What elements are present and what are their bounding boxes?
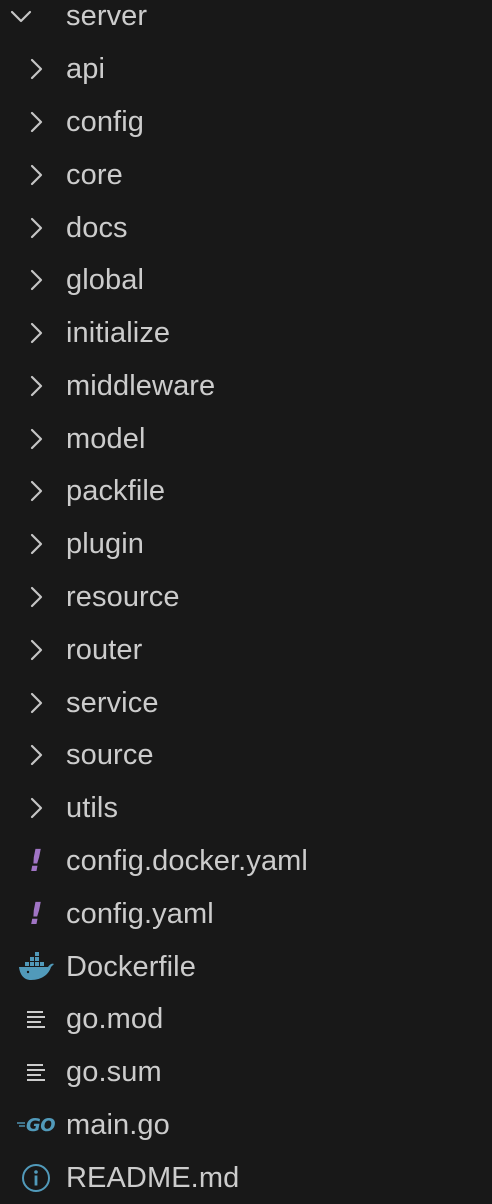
folder-label: service	[66, 686, 159, 719]
chevron-right-icon	[14, 571, 58, 623]
chevron-right-icon	[14, 254, 58, 306]
file-main-go[interactable]: GO main.go	[0, 1099, 492, 1151]
file-go-sum[interactable]: go.sum	[0, 1046, 492, 1098]
chevron-right-icon	[14, 202, 58, 254]
file-label: Dockerfile	[66, 950, 196, 983]
folder-label: source	[66, 738, 154, 771]
folder-utils[interactable]: utils	[0, 782, 492, 834]
file-label: config.docker.yaml	[66, 844, 308, 877]
file-dockerfile[interactable]: Dockerfile	[0, 941, 492, 993]
folder-label: middleware	[66, 369, 216, 402]
folder-label: router	[66, 633, 143, 666]
folder-label: docs	[66, 211, 128, 244]
file-label: config.yaml	[66, 897, 214, 930]
folder-packfile[interactable]: packfile	[0, 465, 492, 517]
lines-icon	[14, 993, 58, 1045]
folder-label: resource	[66, 580, 180, 613]
info-icon	[14, 1152, 58, 1204]
folder-router[interactable]: router	[0, 624, 492, 676]
chevron-right-icon	[14, 624, 58, 676]
folder-label: config	[66, 105, 144, 138]
chevron-right-icon	[14, 518, 58, 570]
file-explorer-tree: server api config core docs global initi…	[0, 0, 492, 1204]
chevron-right-icon	[14, 149, 58, 201]
folder-source[interactable]: source	[0, 729, 492, 781]
folder-label: model	[66, 422, 146, 455]
folder-global[interactable]: global	[0, 254, 492, 306]
folder-initialize[interactable]: initialize	[0, 307, 492, 359]
go-icon: GO	[16, 1114, 56, 1136]
chevron-right-icon	[14, 96, 58, 148]
folder-docs[interactable]: docs	[0, 202, 492, 254]
chevron-right-icon	[14, 43, 58, 95]
folder-plugin[interactable]: plugin	[0, 518, 492, 570]
folder-server[interactable]: server	[0, 0, 492, 42]
folder-label: server	[66, 0, 148, 32]
folder-resource[interactable]: resource	[0, 571, 492, 623]
folder-api[interactable]: api	[0, 43, 492, 95]
yaml-icon: !	[29, 843, 43, 879]
folder-label: utils	[66, 791, 119, 824]
folder-label: core	[66, 158, 123, 191]
file-label: go.mod	[66, 1002, 164, 1035]
folder-label: api	[66, 52, 105, 85]
yaml-icon: !	[29, 896, 43, 932]
folder-label: initialize	[66, 316, 171, 349]
folder-config[interactable]: config	[0, 96, 492, 148]
chevron-right-icon	[14, 413, 58, 465]
folder-service[interactable]: service	[0, 677, 492, 729]
chevron-right-icon	[14, 677, 58, 729]
chevron-down-icon	[10, 10, 32, 23]
chevron-right-icon	[14, 729, 58, 781]
docker-icon	[14, 941, 58, 993]
chevron-right-icon	[14, 360, 58, 412]
chevron-right-icon	[14, 782, 58, 834]
lines-icon	[14, 1046, 58, 1098]
file-config-yaml[interactable]: ! config.yaml	[0, 888, 492, 940]
file-config-docker-yaml[interactable]: ! config.docker.yaml	[0, 835, 492, 887]
chevron-right-icon	[14, 465, 58, 517]
folder-label: plugin	[66, 527, 144, 560]
folder-label: global	[66, 263, 144, 296]
folder-core[interactable]: core	[0, 149, 492, 201]
file-label: README.md	[66, 1161, 240, 1194]
folder-middleware[interactable]: middleware	[0, 360, 492, 412]
folder-label: packfile	[66, 474, 166, 507]
file-go-mod[interactable]: go.mod	[0, 993, 492, 1045]
file-readme-md[interactable]: README.md	[0, 1152, 492, 1204]
folder-model[interactable]: model	[0, 413, 492, 465]
file-label: go.sum	[66, 1055, 162, 1088]
file-label: main.go	[66, 1108, 170, 1141]
chevron-right-icon	[14, 307, 58, 359]
